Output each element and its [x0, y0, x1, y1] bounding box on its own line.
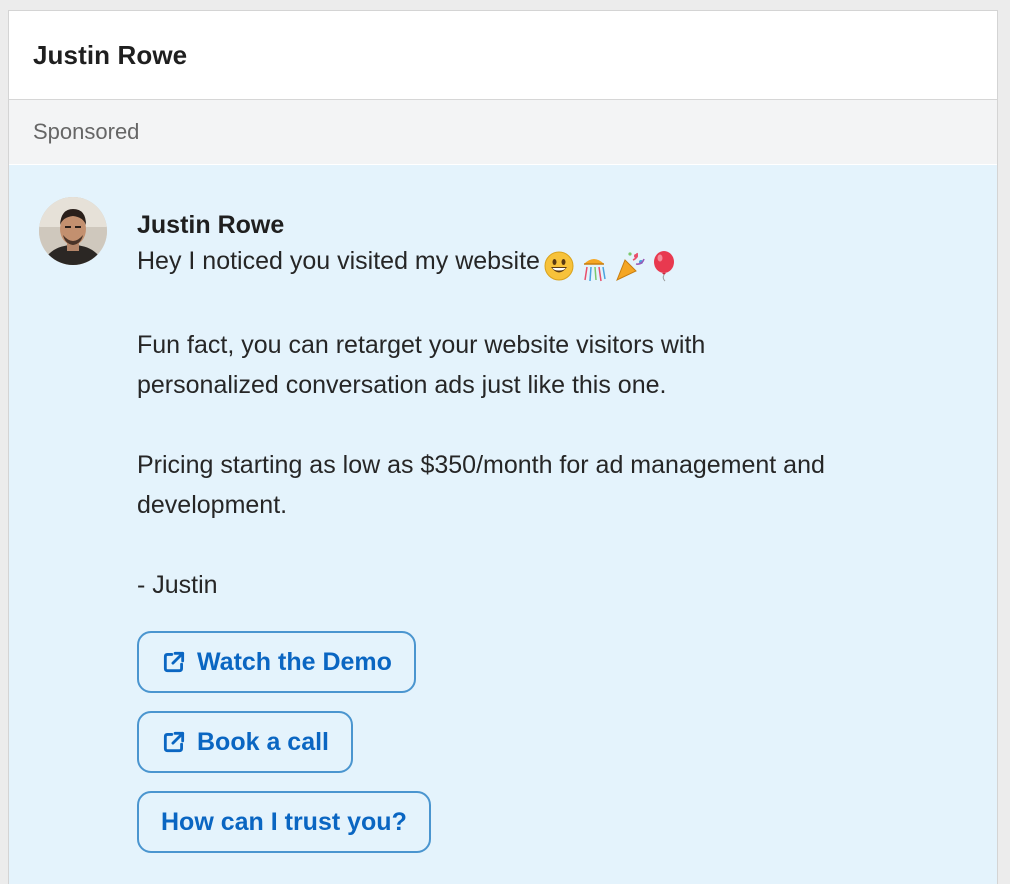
watch-demo-button[interactable]: Watch the Demo: [137, 631, 416, 693]
confetti-ball-icon: [583, 259, 606, 282]
watch-demo-label: Watch the Demo: [197, 647, 392, 676]
avatar-photo-icon: [39, 197, 107, 265]
message-line-3: personalized conversation ads just like …: [137, 371, 667, 399]
conversation-ad-card: Justin Rowe Sponsored Justin Rowe Hey I …: [8, 10, 998, 884]
book-call-label: Book a call: [197, 727, 329, 756]
emoji-group: [544, 245, 682, 285]
message-greeting: Hey I noticed you visited my website: [137, 247, 540, 275]
book-call-button[interactable]: Book a call: [137, 711, 353, 773]
message-signature: - Justin: [137, 571, 218, 599]
sponsored-label: Sponsored: [33, 119, 140, 144]
grinning-face-icon: [544, 251, 574, 281]
external-link-icon: [163, 731, 185, 753]
avatar[interactable]: [39, 197, 107, 265]
message-line-4: Pricing starting as low as $350/month fo…: [137, 451, 825, 479]
message-line-2: Fun fact, you can retarget your website …: [137, 331, 706, 359]
message-line-1: Hey I noticed you visited my website: [137, 241, 977, 285]
header-title: Justin Rowe: [33, 39, 188, 70]
message-line-5: development.: [137, 491, 288, 519]
party-popper-icon: [616, 252, 645, 282]
external-link-icon: [163, 651, 185, 673]
message-body: Justin Rowe Hey I noticed you visited my…: [137, 209, 977, 605]
sponsored-bar: Sponsored: [9, 100, 997, 164]
trust-question-button[interactable]: How can I trust you?: [137, 791, 431, 853]
trust-question-label: How can I trust you?: [161, 807, 407, 836]
cta-button-group: Watch the Demo Book a call How can I tru…: [137, 631, 431, 871]
message-area: Justin Rowe Hey I noticed you visited my…: [9, 165, 997, 884]
conversation-header: Justin Rowe: [9, 11, 997, 100]
sender-name[interactable]: Justin Rowe: [137, 209, 977, 241]
balloon-icon: [653, 251, 674, 282]
